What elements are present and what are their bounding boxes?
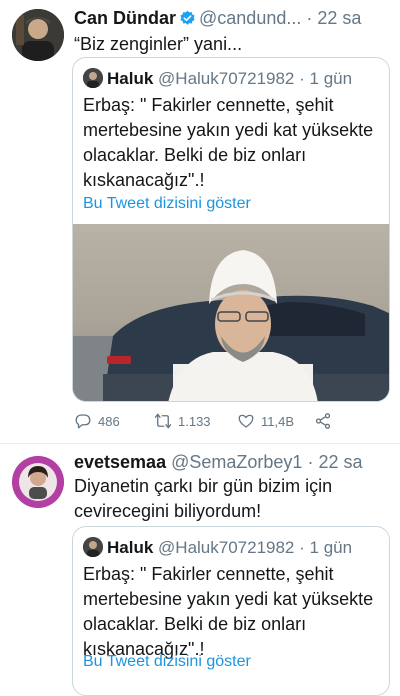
avatar[interactable] [12,9,64,61]
separator-dot: · [299,69,305,88]
user-handle[interactable]: @candund... [199,8,301,28]
quoted-tweet-header: Haluk @Haluk70721982 · 1 gün [83,536,381,560]
tweet-actions: 486 1.133 11,4B [74,410,384,434]
quoted-user-handle[interactable]: @Haluk70721982 [158,69,294,88]
quoted-media-image[interactable] [73,224,389,401]
quoted-timestamp[interactable]: 1 gün [310,69,353,88]
quoted-user-handle[interactable]: @Haluk70721982 [158,538,294,557]
share-button[interactable] [314,410,338,434]
reply-icon [75,414,91,429]
timestamp[interactable]: 22 sa [318,452,362,472]
quoted-avatar [83,537,103,557]
display-name[interactable]: Can Dündar [74,8,176,28]
quoted-display-name[interactable]: Haluk [107,69,153,88]
avatar[interactable] [12,456,64,508]
quoted-display-name[interactable]: Haluk [107,538,153,557]
like-count: 11,4B [261,414,295,429]
display-name[interactable]: evetsemaa [74,452,166,472]
tweet[interactable]: evetsemaa @SemaZorbey1 · 22 sa Diyanetin… [0,443,400,696]
tweet-text: “Biz zenginler” yani... [74,34,243,54]
quoted-tweet-text: Erbaş: " Fakirler cennette, şehit merteb… [83,564,374,659]
like-button[interactable]: 11,4B [237,410,294,434]
tweet-text: Diyanetin çarkı bir gün bizim için cevir… [74,476,333,521]
show-thread-link[interactable]: Bu Tweet dizisini göster [83,651,251,673]
retweet-icon [154,413,172,429]
separator-dot: · [306,8,313,28]
tweet[interactable]: Can Dündar @candund... · 22 sa “Biz zengi… [0,0,400,443]
quoted-avatar [83,68,103,88]
tweet-header: Can Dündar @candund... · 22 sa [74,6,390,30]
reply-count: 486 [98,414,120,429]
retweet-button[interactable]: 1.133 [154,410,211,434]
reply-button[interactable]: 486 [74,410,120,434]
retweet-count: 1.133 [178,414,211,429]
quoted-timestamp[interactable]: 1 gün [310,538,353,557]
share-icon [315,413,331,429]
separator-dot: · [299,538,305,557]
quoted-tweet-text: Erbaş: " Fakirler cennette, şehit merteb… [83,95,374,190]
like-icon [238,414,254,428]
quoted-tweet[interactable]: Haluk @Haluk70721982 · 1 gün Erbaş: " Fa… [72,526,390,696]
verified-badge-icon [179,9,196,26]
quoted-tweet-header: Haluk @Haluk70721982 · 1 gün [83,67,381,91]
tweet-header: evetsemaa @SemaZorbey1 · 22 sa [74,450,390,474]
quoted-tweet[interactable]: Haluk @Haluk70721982 · 1 gün Erbaş: " Fa… [72,57,390,402]
show-thread-link[interactable]: Bu Tweet dizisini göster [83,193,251,215]
timestamp[interactable]: 22 sa [317,8,361,28]
user-handle[interactable]: @SemaZorbey1 [171,452,302,472]
separator-dot: · [307,452,314,472]
